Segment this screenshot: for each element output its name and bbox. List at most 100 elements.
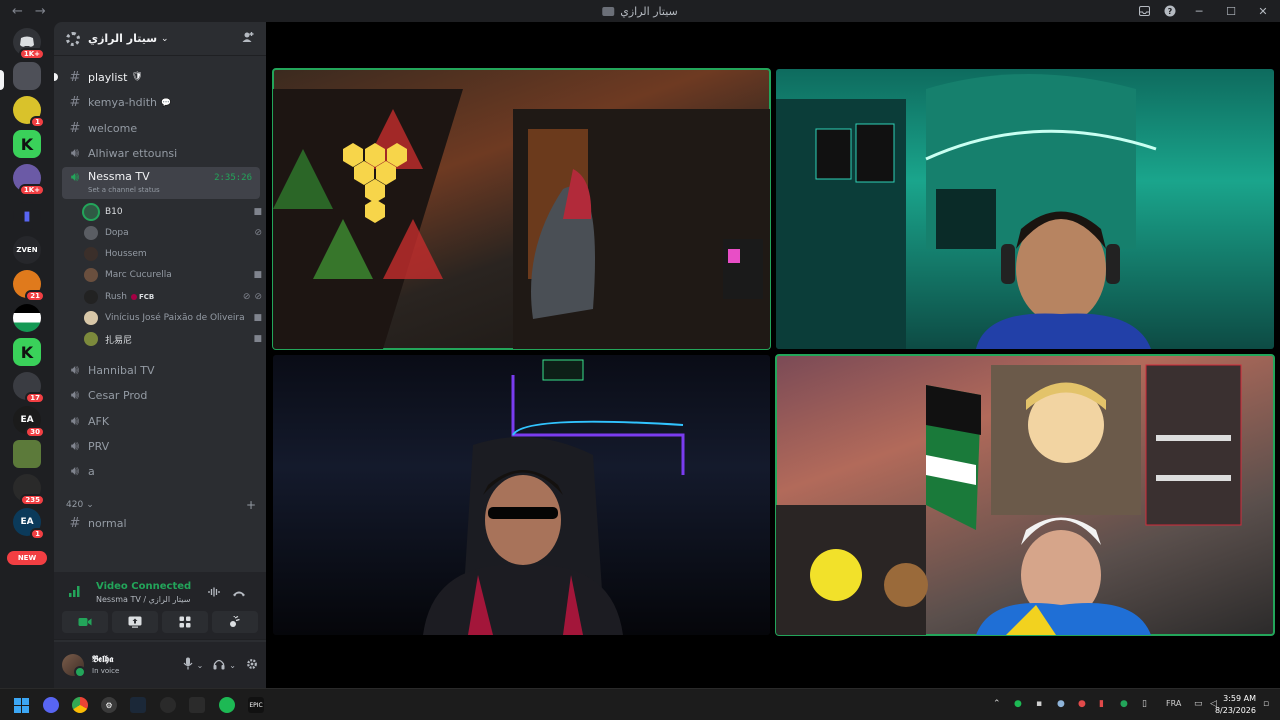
voice-user-name: B10 — [105, 207, 123, 217]
server-icon-yellow[interactable]: 1 — [13, 96, 45, 128]
voice-user[interactable]: Marc Cucurella ■ — [84, 265, 262, 285]
spotify-taskbar-icon[interactable] — [219, 697, 235, 713]
new-pill[interactable]: NEW — [7, 551, 47, 565]
recording-tray-icon[interactable]: ▮ — [1099, 699, 1104, 709]
notification-bell-icon[interactable]: ▫ — [1263, 699, 1269, 709]
steam-taskbar-icon[interactable] — [130, 697, 146, 713]
channel-status[interactable]: Set a channel status — [88, 186, 160, 194]
folder-icon[interactable]: ▮ — [13, 202, 41, 230]
create-channel-icon[interactable]: + — [246, 498, 256, 512]
activities-button[interactable] — [162, 611, 208, 633]
video-tile-3[interactable] — [273, 355, 770, 635]
channel-nessma-tv[interactable]: 🔊︎ Nessma TV 2:35:26 Set a channel statu… — [62, 167, 260, 199]
calculator-taskbar-icon[interactable] — [189, 697, 205, 713]
chevron-down-icon[interactable]: ⌄ — [197, 661, 204, 670]
palestine-server-icon[interactable] — [13, 304, 41, 332]
network-icon[interactable]: ▭ — [1194, 699, 1203, 709]
settings-taskbar-icon[interactable]: ⚙ — [101, 697, 117, 713]
voice-user[interactable]: Dopa ⊘ — [84, 223, 262, 243]
ea-server-icon-2[interactable]: EA 1 — [13, 508, 45, 540]
channel-name: Nessma TV — [88, 170, 150, 183]
category-420[interactable]: 420 ⌄ + — [66, 498, 256, 512]
server-icon-grey[interactable]: 17 — [13, 372, 45, 404]
avatar — [84, 290, 98, 304]
server-header[interactable]: سيتار الرازي ⌄ — [54, 22, 266, 56]
connection-signal-icon[interactable] — [68, 585, 82, 600]
epic-games-taskbar-icon[interactable]: EPIC — [248, 697, 264, 713]
channel-playlist[interactable]: # playlist 🛡 — [54, 66, 260, 88]
video-tile-2[interactable] — [776, 69, 1274, 349]
server-icon-current[interactable] — [13, 62, 41, 90]
channel-name: Cesar Prod — [88, 388, 148, 402]
help-icon[interactable]: ? — [1164, 5, 1176, 17]
language-indicator[interactable]: FRA — [1166, 699, 1181, 708]
inbox-icon[interactable] — [1138, 5, 1150, 17]
avatar — [84, 268, 98, 282]
channel-prv[interactable]: 🔊︎ PRV — [62, 435, 260, 457]
steam-tray-icon[interactable]: ● — [1057, 699, 1065, 709]
channel-hannibal-tv[interactable]: 🔊︎ Hannibal TV — [62, 359, 260, 381]
forward-arrow-icon[interactable]: → — [35, 4, 46, 19]
microphone-tray-icon[interactable]: ▯ — [1142, 699, 1147, 709]
tray-app-icon-2[interactable]: ● — [1078, 699, 1086, 709]
voice-status-title[interactable]: Video Connected — [96, 581, 191, 592]
tray-app-icon[interactable]: ▪ — [1036, 699, 1042, 709]
system-clock[interactable]: 3:59 AM 8/23/2026 — [1215, 693, 1256, 717]
soundboard-button[interactable] — [212, 611, 258, 633]
channel-a[interactable]: 🔊︎ a — [62, 460, 260, 482]
video-tile-1[interactable] — [272, 68, 771, 350]
voice-user-name: 扎易尼 — [105, 335, 133, 346]
nvidia-tray-icon[interactable]: ● — [1120, 699, 1128, 709]
discord-window: ← → سيتار الرازي ? ─ ☐ ✕ 1K+ 1 K 1K+ ▮ Z… — [0, 0, 1280, 720]
windows-start-icon[interactable] — [13, 697, 29, 713]
back-arrow-icon[interactable]: ← — [12, 4, 23, 19]
video-tile-4[interactable] — [775, 354, 1275, 636]
channel-alhiwar-ettounsi[interactable]: 🔊︎ Alhiwar ettounsi — [62, 142, 260, 164]
clock-time: 3:59 AM — [1223, 694, 1256, 703]
direct-messages-icon[interactable]: 1K+ — [13, 28, 45, 60]
zven-server-icon[interactable]: ZVEN — [13, 236, 41, 264]
voice-user[interactable]: Houssem — [84, 244, 262, 264]
voice-user[interactable]: Rush FCB ⊘ ⊘ — [84, 287, 262, 307]
disconnect-icon[interactable] — [232, 587, 246, 600]
ea-server-icon[interactable]: EA 30 — [13, 406, 45, 438]
muted-mic-icon: ⊘ — [242, 292, 251, 302]
invite-people-icon[interactable] — [242, 31, 254, 47]
user-avatar[interactable] — [62, 654, 86, 678]
channel-kemya-hdith[interactable]: # kemya-hdith 💬 — [62, 91, 260, 113]
avatar — [84, 226, 98, 240]
kick-server-icon-2[interactable]: K — [13, 338, 41, 366]
microphone-icon[interactable] — [183, 657, 193, 673]
headphones-icon[interactable] — [213, 658, 225, 673]
voice-user[interactable]: 扎易尼 ■ — [84, 329, 262, 349]
chevron-up-icon[interactable]: ⌃ — [993, 699, 1001, 709]
channel-afk[interactable]: 🔊︎ AFK — [62, 410, 260, 432]
server-icon-orange[interactable]: 21 — [13, 270, 45, 302]
voice-user[interactable]: B10 ■ — [84, 202, 262, 222]
close-icon[interactable]: ✕ — [1254, 5, 1272, 18]
maximize-icon[interactable]: ☐ — [1222, 5, 1240, 18]
server-icon-dark[interactable]: 235 — [13, 474, 45, 506]
camera-icon: ■ — [253, 270, 262, 280]
channel-cesar-prod[interactable]: 🔊︎ Cesar Prod — [62, 384, 260, 406]
username[interactable]: 𝕭𝖊𝖑𝖍𝖆 — [92, 655, 119, 665]
app-taskbar-icon[interactable] — [160, 697, 176, 713]
voice-status-subtitle[interactable]: Nessma TV / سيتار الرازي — [96, 595, 190, 604]
chevron-down-icon[interactable]: ⌄ — [229, 661, 236, 670]
channel-welcome[interactable]: # welcome — [62, 117, 260, 139]
discord-taskbar-icon[interactable] — [43, 697, 59, 713]
server-icon-folder[interactable]: 1K+ — [13, 164, 45, 196]
screen-share-button[interactable] — [112, 611, 158, 633]
channel-normal[interactable]: # normal — [62, 512, 260, 534]
settings-gear-icon[interactable] — [246, 658, 258, 673]
chrome-taskbar-icon[interactable] — [72, 697, 88, 713]
spotify-tray-icon[interactable]: ● — [1014, 699, 1022, 709]
noise-suppression-icon[interactable] — [208, 587, 220, 600]
kick-server-icon[interactable]: K — [13, 130, 41, 158]
voice-user[interactable]: Vinícius José Paixão de Oliveira ■ — [84, 308, 262, 328]
server-icon-landscape[interactable] — [13, 440, 41, 468]
avatar — [84, 332, 98, 346]
camera-toggle-button[interactable] — [62, 611, 108, 633]
minimize-icon[interactable]: ─ — [1190, 5, 1208, 18]
user-panel: 𝕭𝖊𝖑𝖍𝖆 In voice ⌄ ⌄ — [54, 642, 266, 688]
